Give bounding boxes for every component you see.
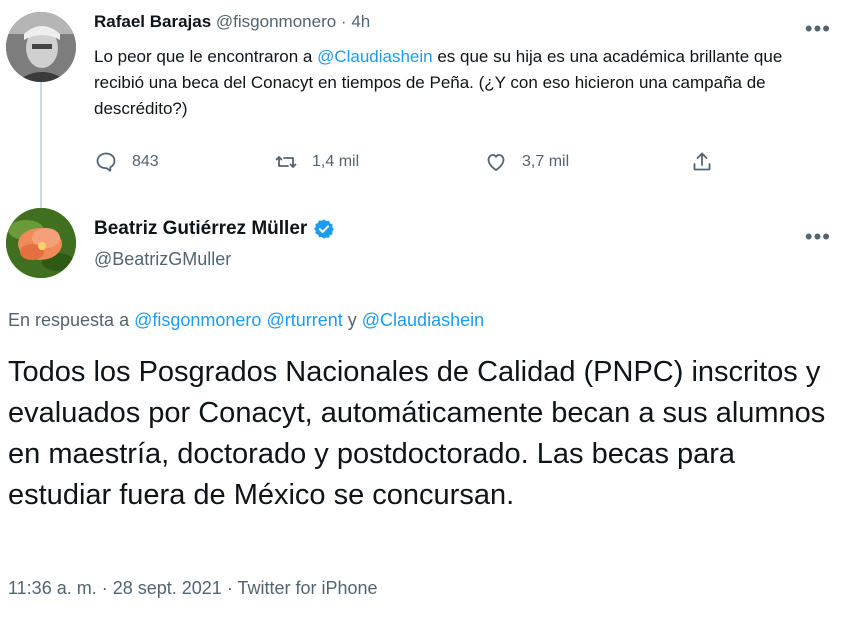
- tweet1-text: Lo peor que le encontraron a @Claudiashe…: [94, 44, 834, 122]
- flower-image: [6, 208, 76, 278]
- mention-link[interactable]: @rturrent: [266, 310, 342, 330]
- reply-prefix: En respuesta a: [8, 310, 135, 330]
- mention-link[interactable]: @fisgonmonero: [134, 310, 261, 330]
- more-dots-icon[interactable]: •••: [805, 18, 831, 40]
- more-dots-icon[interactable]: •••: [805, 226, 831, 248]
- meta-separator: ·: [221, 578, 238, 598]
- avatar-beatriz-gutierrez[interactable]: [6, 208, 76, 278]
- tweet-source[interactable]: Twitter for iPhone: [237, 578, 377, 598]
- retweet-button[interactable]: 1,4 mil: [274, 150, 359, 174]
- retweet-icon: [275, 156, 297, 168]
- tweet-time[interactable]: 11:36 a. m.: [8, 578, 97, 598]
- reply-count: 843: [132, 153, 159, 170]
- tweet1-header: Rafael Barajas @fisgonmonero · 4h: [94, 12, 370, 32]
- tweet-time[interactable]: 4h: [351, 12, 370, 31]
- tweet2-author[interactable]: Beatriz Gutiérrez Müller: [94, 218, 335, 240]
- author-name[interactable]: Rafael Barajas: [94, 12, 211, 31]
- reply-conjunction: y: [342, 310, 362, 330]
- retweet-count: 1,4 mil: [312, 153, 360, 170]
- heart-icon: [487, 154, 505, 171]
- author-name[interactable]: Beatriz Gutiérrez Müller: [94, 218, 307, 240]
- mention-link[interactable]: @Claudiashein: [317, 47, 433, 66]
- like-count: 3,7 mil: [522, 153, 570, 170]
- avatar-rafael-barajas[interactable]: [6, 12, 76, 82]
- mention-link[interactable]: @Claudiashein: [362, 310, 484, 330]
- like-button[interactable]: 3,7 mil: [484, 150, 569, 174]
- reply-icon: [96, 152, 116, 172]
- tweet1-action-bar: 843 1,4 mil 3,7 mil: [94, 150, 734, 178]
- tweet-date[interactable]: 28 sept. 2021: [113, 578, 222, 598]
- reply-context: En respuesta a @fisgonmonero @rturrent y…: [8, 310, 484, 331]
- author-handle[interactable]: @BeatrizGMuller: [94, 249, 231, 270]
- reply-button[interactable]: 843: [94, 150, 159, 174]
- separator: ·: [340, 12, 347, 31]
- thread-line: [40, 82, 42, 212]
- share-button[interactable]: [690, 150, 714, 174]
- tweet-metadata: 11:36 a. m. · 28 sept. 2021 · Twitter fo…: [8, 578, 378, 599]
- tweet2-text: Todos los Posgrados Nacionales de Calida…: [8, 356, 826, 511]
- author-handle[interactable]: @fisgonmonero: [216, 12, 336, 31]
- portrait-image: [6, 12, 76, 82]
- verified-badge-icon: [314, 219, 335, 239]
- meta-separator: ·: [96, 578, 113, 598]
- tweet-text-part: Lo peor que le encontraron a: [94, 47, 318, 66]
- share-icon: [693, 152, 711, 171]
